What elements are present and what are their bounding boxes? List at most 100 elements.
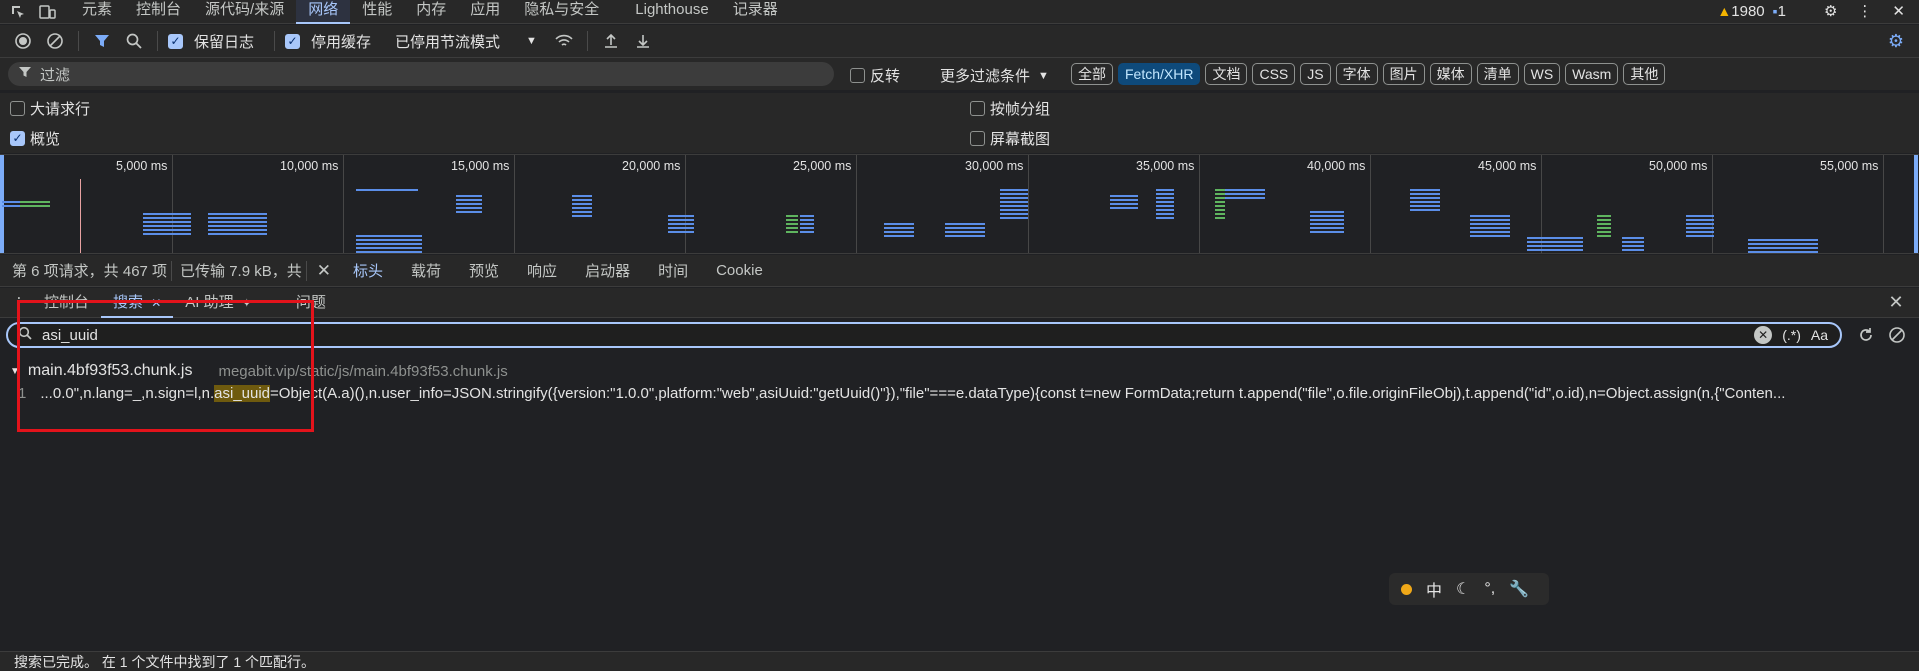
more-filters-dropdown[interactable]: 更多过滤条件 ▼ <box>940 65 1049 86</box>
clear-search-icon[interactable]: ✕ <box>1754 326 1773 344</box>
divider <box>171 260 173 281</box>
request-bar <box>208 213 244 235</box>
request-bar <box>1225 189 1265 201</box>
clear-results-icon[interactable] <box>1884 322 1910 348</box>
tab-recorder[interactable]: 记录器 <box>721 0 790 24</box>
tab-console[interactable]: 控制台 <box>124 0 193 24</box>
close-drawer-icon[interactable]: ✕ <box>1883 290 1909 316</box>
refresh-icon[interactable] <box>1853 322 1879 348</box>
warning-counter[interactable]: ▲1980 <box>1717 3 1764 20</box>
search-result-line[interactable]: 1 ...0.0",n.lang=_,n.sign=l,n.asi_uuid=O… <box>18 385 1915 402</box>
search-box[interactable]: ✕ (.*) Aa <box>6 322 1842 348</box>
settings-gear-icon[interactable]: ⚙ <box>1824 2 1837 20</box>
tab-privacy-security[interactable]: 隐私与安全 <box>512 0 611 24</box>
tab-sources[interactable]: 源代码/来源 <box>193 0 296 24</box>
range-handle-right[interactable] <box>1914 155 1918 253</box>
type-filter-manifest[interactable]: 清单 <box>1476 63 1519 85</box>
warning-icon: ▲ <box>1717 2 1732 19</box>
network-settings-gear-icon[interactable]: ⚙ <box>1883 28 1909 54</box>
network-toolbar: ✓ 保留日志 ✓ 停用缓存 已停用节流模式 ▼ ⚙ <box>0 25 1919 58</box>
big-request-rows-checkbox[interactable] <box>10 100 25 116</box>
type-filter-doc[interactable]: 文档 <box>1205 63 1248 85</box>
punctuation-icon[interactable]: °, <box>1484 580 1495 598</box>
detail-tab-timing[interactable]: 时间 <box>644 260 702 281</box>
tab-memory[interactable]: 内存 <box>404 0 458 24</box>
timeline-tick: 35,000 ms <box>1136 159 1195 173</box>
detail-tab-initiator[interactable]: 启动器 <box>571 260 644 281</box>
request-bar <box>945 223 985 239</box>
detail-tab-cookies[interactable]: Cookie <box>702 262 777 279</box>
detail-tab-headers[interactable]: 标头 <box>339 260 397 281</box>
timeline-tick: 5,000 ms <box>116 159 168 173</box>
detail-tab-preview[interactable]: 预览 <box>455 260 513 281</box>
record-icon[interactable] <box>10 28 36 54</box>
type-filter-media[interactable]: 媒体 <box>1429 63 1472 85</box>
search-input[interactable] <box>42 326 1745 344</box>
clear-icon[interactable] <box>42 28 68 54</box>
request-bar <box>1410 189 1440 213</box>
invert-toggle[interactable]: 反转 <box>850 65 910 86</box>
chevron-down-icon[interactable]: ▼ <box>10 366 20 377</box>
type-filter-css[interactable]: CSS <box>1252 63 1296 85</box>
export-har-icon[interactable] <box>630 28 656 54</box>
tab-application[interactable]: 应用 <box>458 0 512 24</box>
filter-funnel-icon[interactable] <box>89 28 115 54</box>
type-filter-img[interactable]: 图片 <box>1382 63 1425 85</box>
timeline-tick: 40,000 ms <box>1307 159 1366 173</box>
inspect-element-icon[interactable] <box>6 2 30 22</box>
group-by-frame-checkbox[interactable] <box>970 100 985 116</box>
tab-elements[interactable]: 元素 <box>70 0 124 24</box>
options-row-2: ✓ 概览 屏幕截图 <box>0 123 1919 153</box>
ime-toolbar[interactable]: 中 ☾ °, 🔧 <box>1389 573 1549 605</box>
close-devtools-icon[interactable]: ✕ <box>1892 2 1905 20</box>
tab-performance[interactable]: 性能 <box>350 0 404 24</box>
close-tab-icon[interactable]: ✕ <box>151 296 161 310</box>
network-conditions-icon[interactable] <box>551 28 577 54</box>
drawer-menu-icon[interactable]: ⋮ <box>6 290 32 316</box>
type-filter-all[interactable]: 全部 <box>1071 63 1113 85</box>
type-filter-js[interactable]: JS <box>1300 63 1331 85</box>
request-bar <box>1000 189 1028 219</box>
more-options-icon[interactable]: ⋮ <box>1857 2 1872 20</box>
tab-network[interactable]: 网络 <box>296 0 351 24</box>
type-filter-fetch-xhr[interactable]: Fetch/XHR <box>1118 63 1201 85</box>
request-bar <box>356 189 418 193</box>
message-counter[interactable]: ▪1 <box>1773 3 1786 20</box>
search-result-file[interactable]: ▼ main.4bf93f53.chunk.js megabit.vip/sta… <box>10 362 508 380</box>
close-detail-icon[interactable]: ✕ <box>311 261 339 281</box>
ime-mode-label[interactable]: 中 <box>1426 577 1442 601</box>
request-bar <box>456 195 482 215</box>
disable-cache-checkbox[interactable]: ✓ <box>285 33 301 49</box>
wrench-icon[interactable]: 🔧 <box>1509 579 1529 599</box>
filter-placeholder: 过滤 <box>40 66 71 84</box>
drawer-tab-console[interactable]: 控制台 <box>32 288 101 318</box>
search-icon[interactable] <box>121 28 147 54</box>
filter-input-box[interactable]: 过滤 <box>8 62 834 86</box>
request-bar <box>1527 237 1583 253</box>
group-by-frame-label: 按帧分组 <box>990 100 1051 118</box>
type-filter-ws[interactable]: WS <box>1523 63 1561 85</box>
drawer-tab-search[interactable]: 搜索 ✕ <box>101 288 174 318</box>
screenshots-checkbox[interactable] <box>970 130 985 146</box>
preserve-log-checkbox[interactable]: ✓ <box>168 33 183 49</box>
type-filter-font[interactable]: 字体 <box>1335 63 1378 85</box>
regex-toggle[interactable]: (.*) <box>1782 327 1801 343</box>
type-filter-other[interactable]: 其他 <box>1623 63 1666 85</box>
invert-checkbox[interactable] <box>850 68 865 83</box>
drawer-tab-ai-assistant[interactable]: AI 助理 ✦ <box>173 288 264 318</box>
network-overview-timeline[interactable]: 5,000 ms 10,000 ms 15,000 ms 20,000 ms 2… <box>0 154 1919 254</box>
type-filter-wasm[interactable]: Wasm <box>1565 63 1619 85</box>
tab-lighthouse[interactable]: Lighthouse <box>623 0 720 24</box>
drawer-tab-issues[interactable]: 问题 <box>284 288 338 318</box>
request-bar <box>1597 215 1611 239</box>
moon-icon[interactable]: ☾ <box>1456 579 1470 599</box>
request-bar <box>884 223 914 239</box>
detail-tab-payload[interactable]: 载荷 <box>397 260 455 281</box>
throttle-dropdown[interactable]: 已停用节流模式 ▼ <box>387 31 545 52</box>
timeline-tick: 55,000 ms <box>1820 159 1879 173</box>
device-toolbar-icon[interactable] <box>36 2 60 22</box>
overview-checkbox[interactable]: ✓ <box>10 130 25 146</box>
import-har-icon[interactable] <box>598 28 624 54</box>
detail-tab-response[interactable]: 响应 <box>513 260 571 281</box>
match-case-toggle[interactable]: Aa <box>1811 327 1828 343</box>
